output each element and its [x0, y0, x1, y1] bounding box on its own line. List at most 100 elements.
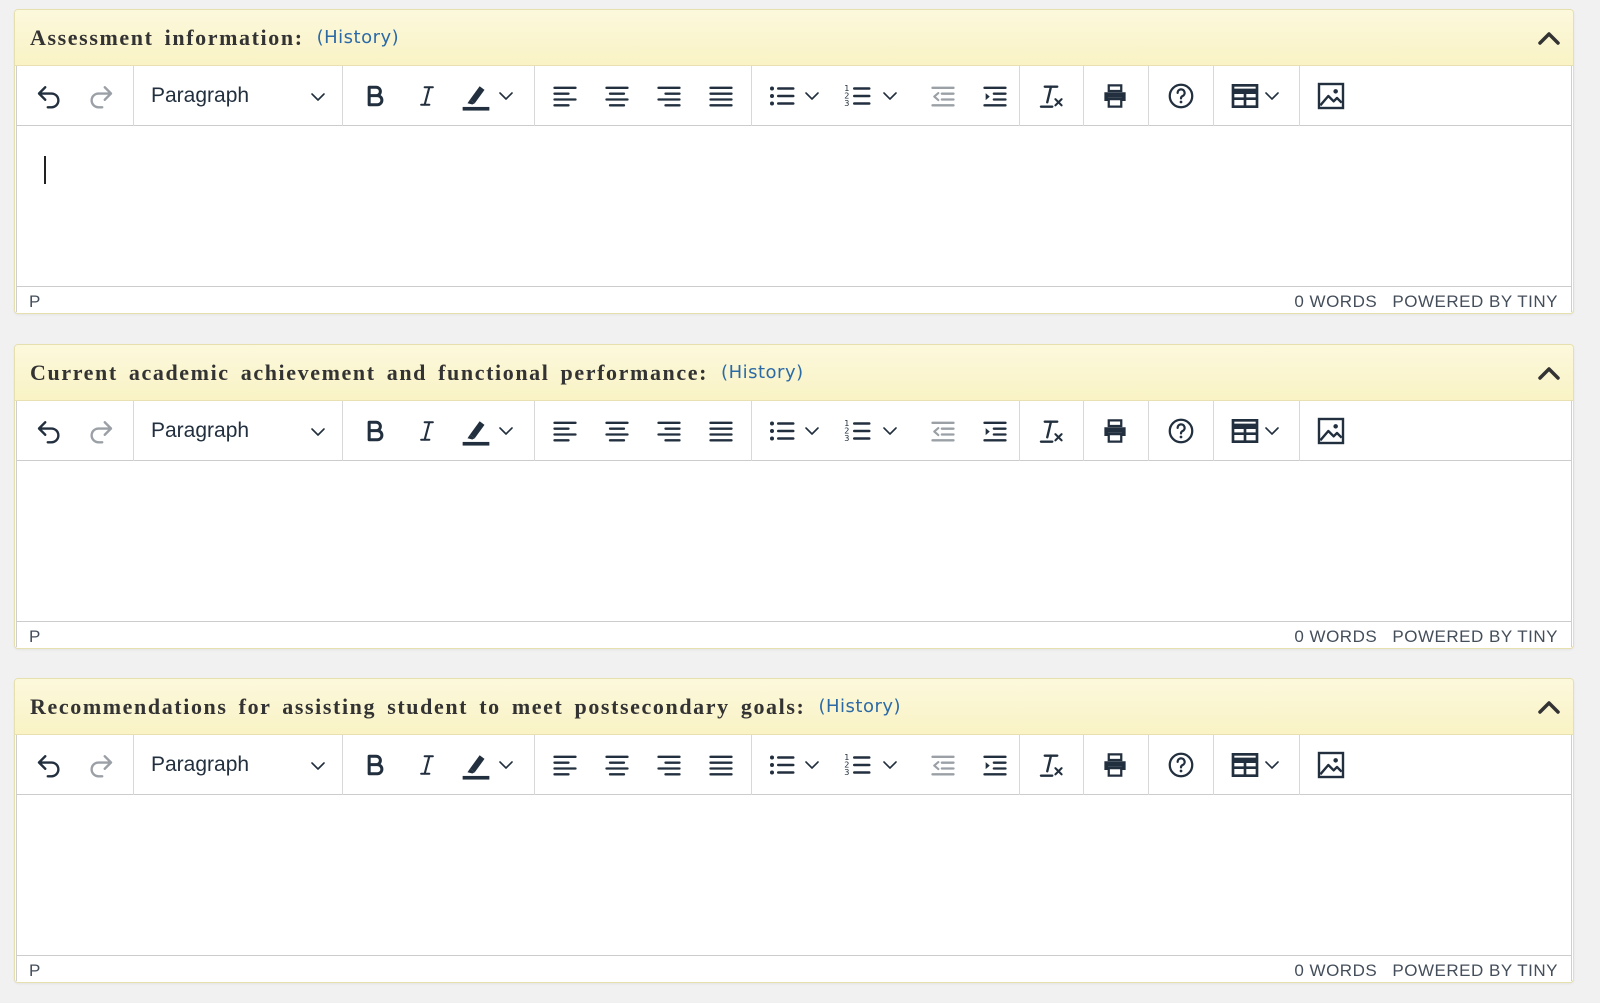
toolbar-separator — [1299, 401, 1300, 461]
align-right-button[interactable] — [647, 79, 691, 113]
toolbar-separator — [1299, 66, 1300, 126]
highlight-icon — [462, 421, 490, 446]
help-button[interactable] — [1159, 414, 1203, 448]
align-right-button[interactable] — [647, 748, 691, 782]
block-format-select[interactable]: Paragraph — [137, 748, 337, 782]
toolbar-separator — [1019, 66, 1020, 126]
element-path[interactable]: P — [29, 292, 41, 312]
print-button[interactable] — [1093, 79, 1137, 113]
editor-content-area[interactable] — [17, 461, 1571, 621]
highlight-color-button[interactable] — [455, 414, 525, 448]
branding-link[interactable]: POWERED BY TINY — [1392, 627, 1558, 646]
outdent-button[interactable] — [921, 414, 965, 448]
numbered-list-button[interactable]: 123 — [839, 79, 911, 113]
redo-button[interactable] — [79, 79, 123, 113]
bold-button[interactable] — [353, 414, 397, 448]
redo-button[interactable] — [79, 414, 123, 448]
align-right-button[interactable] — [647, 414, 691, 448]
editor-toolbar: Paragraph 123 — [17, 401, 1571, 461]
chevron-up-icon — [1538, 367, 1560, 380]
undo-button[interactable] — [27, 414, 71, 448]
collapse-button[interactable] — [1535, 693, 1563, 721]
insert-image-button[interactable] — [1309, 79, 1353, 113]
align-justify-button[interactable] — [699, 748, 743, 782]
section-header: Recommendations for assisting student to… — [15, 679, 1573, 735]
clear-formatting-button[interactable] — [1029, 79, 1073, 113]
italic-button[interactable] — [405, 79, 449, 113]
branding-link[interactable]: POWERED BY TINY — [1392, 961, 1558, 980]
bold-button[interactable] — [353, 748, 397, 782]
align-justify-icon — [709, 755, 733, 776]
branding-link[interactable]: POWERED BY TINY — [1392, 292, 1558, 311]
table-button[interactable] — [1223, 748, 1297, 782]
word-count[interactable]: 0 WORDS — [1294, 627, 1377, 646]
highlight-color-button[interactable] — [455, 748, 525, 782]
editor-content-area[interactable] — [17, 795, 1571, 955]
bullet-list-button[interactable] — [761, 748, 833, 782]
bullet-list-button[interactable] — [761, 79, 833, 113]
align-left-icon — [553, 86, 577, 107]
editor-statusbar: P 0 WORDS POWERED BY TINY — [17, 621, 1571, 648]
chevron-down-icon — [883, 92, 897, 100]
bold-icon — [367, 420, 384, 442]
history-link[interactable]: (History) — [818, 696, 901, 717]
align-right-icon — [657, 86, 681, 107]
align-center-button[interactable] — [595, 79, 639, 113]
chevron-down-icon — [805, 761, 819, 769]
italic-button[interactable] — [405, 748, 449, 782]
indent-button[interactable] — [973, 414, 1017, 448]
word-count[interactable]: 0 WORDS — [1294, 961, 1377, 980]
redo-button[interactable] — [79, 748, 123, 782]
bullet-list-button[interactable] — [761, 414, 833, 448]
collapse-button[interactable] — [1535, 24, 1563, 52]
print-button[interactable] — [1093, 748, 1137, 782]
italic-icon — [420, 421, 434, 441]
help-button[interactable] — [1159, 79, 1203, 113]
outdent-button[interactable] — [921, 79, 965, 113]
indent-button[interactable] — [973, 748, 1017, 782]
numbered-list-button[interactable]: 123 — [839, 414, 911, 448]
outdent-button[interactable] — [921, 748, 965, 782]
redo-icon — [90, 421, 113, 444]
chevron-down-icon — [883, 761, 897, 769]
insert-image-button[interactable] — [1309, 414, 1353, 448]
align-justify-button[interactable] — [699, 414, 743, 448]
insert-image-button[interactable] — [1309, 748, 1353, 782]
align-center-button[interactable] — [595, 748, 639, 782]
history-link[interactable]: (History) — [317, 27, 400, 48]
undo-button[interactable] — [27, 79, 71, 113]
word-count[interactable]: 0 WORDS — [1294, 292, 1377, 311]
bold-button[interactable] — [353, 79, 397, 113]
align-left-button[interactable] — [543, 414, 587, 448]
numbered-list-button[interactable]: 123 — [839, 748, 911, 782]
section-panel: Recommendations for assisting student to… — [14, 678, 1574, 983]
clear-formatting-icon — [1039, 754, 1063, 777]
italic-button[interactable] — [405, 414, 449, 448]
clear-formatting-button[interactable] — [1029, 414, 1073, 448]
collapse-button[interactable] — [1535, 359, 1563, 387]
align-center-button[interactable] — [595, 414, 639, 448]
align-justify-button[interactable] — [699, 79, 743, 113]
element-path[interactable]: P — [29, 961, 41, 981]
undo-button[interactable] — [27, 748, 71, 782]
table-button[interactable] — [1223, 79, 1297, 113]
help-icon — [1168, 418, 1194, 444]
toolbar-separator — [1148, 735, 1149, 795]
block-format-select[interactable]: Paragraph — [137, 79, 337, 113]
block-format-select[interactable]: Paragraph — [137, 414, 337, 448]
section-header: Current academic achievement and functio… — [15, 345, 1573, 401]
history-link[interactable]: (History) — [721, 362, 804, 383]
help-button[interactable] — [1159, 748, 1203, 782]
highlight-color-button[interactable] — [455, 79, 525, 113]
element-path[interactable]: P — [29, 627, 41, 647]
table-icon — [1231, 419, 1259, 443]
align-left-button[interactable] — [543, 748, 587, 782]
editor-content-area[interactable] — [17, 126, 1571, 286]
table-button[interactable] — [1223, 414, 1297, 448]
indent-button[interactable] — [973, 79, 1017, 113]
align-left-button[interactable] — [543, 79, 587, 113]
redo-icon — [90, 755, 113, 778]
clear-formatting-button[interactable] — [1029, 748, 1073, 782]
toolbar-separator — [534, 401, 535, 461]
print-button[interactable] — [1093, 414, 1137, 448]
